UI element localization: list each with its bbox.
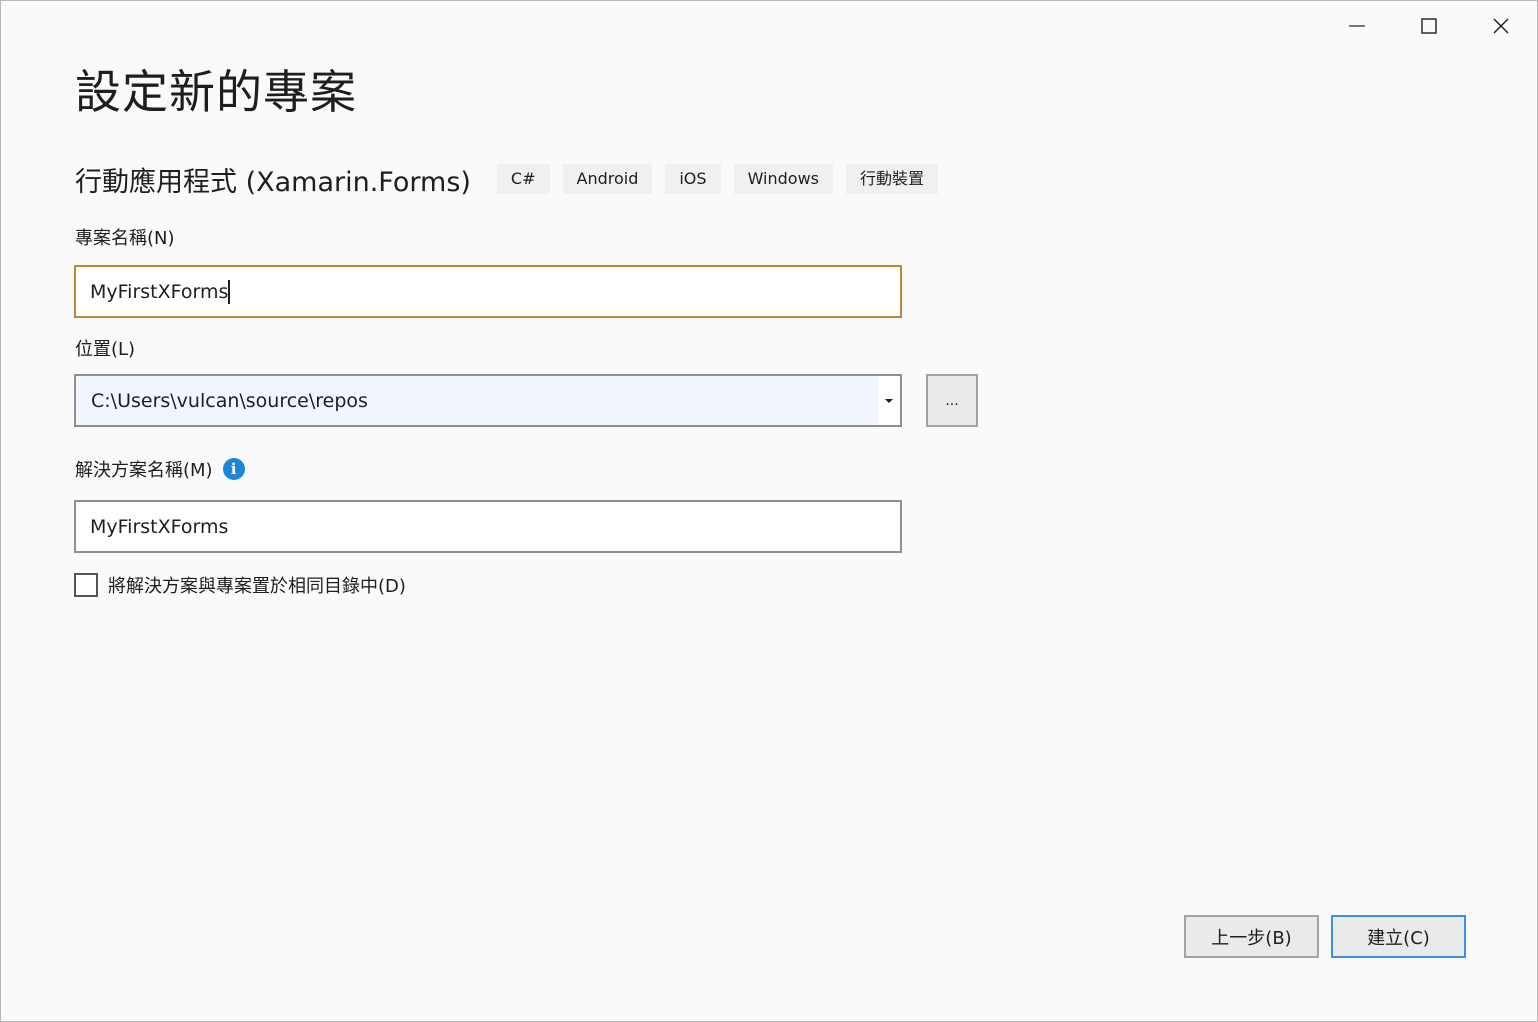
project-name-label: 專案名稱(N): [75, 228, 175, 249]
maximize-icon: [1421, 18, 1437, 34]
maximize-button[interactable]: [1393, 1, 1465, 51]
solution-name-label: 解決方案名稱(M): [75, 460, 213, 481]
text-caret: [228, 279, 231, 304]
project-name-input[interactable]: MyFirstXForms: [74, 265, 902, 318]
page-title: 設定新的專案: [75, 65, 357, 119]
chevron-down-icon: [885, 398, 893, 403]
template-name: 行動應用程式 (Xamarin.Forms): [75, 166, 471, 198]
tag-mobile: 行動裝置: [845, 164, 938, 194]
location-combobox[interactable]: C:\Users\vulcan\source\repos: [74, 374, 902, 427]
browse-button[interactable]: ...: [926, 374, 978, 427]
solution-name-input[interactable]: MyFirstXForms: [74, 500, 902, 553]
tag-android: Android: [562, 164, 653, 194]
same-directory-checkbox[interactable]: [74, 573, 98, 597]
create-button[interactable]: 建立(C): [1331, 915, 1466, 958]
close-button[interactable]: [1465, 1, 1537, 51]
info-icon[interactable]: i: [222, 458, 245, 480]
minimize-button[interactable]: [1321, 1, 1393, 51]
location-value: C:\Users\vulcan\source\repos: [91, 389, 368, 412]
location-label: 位置(L): [75, 339, 136, 360]
solution-name-label-row: 解決方案名稱(M) i: [75, 456, 245, 482]
project-name-value: MyFirstXForms: [90, 280, 229, 303]
dropdown-button[interactable]: [878, 376, 900, 425]
tag-language: C#: [496, 164, 550, 194]
close-icon: [1493, 18, 1509, 34]
template-summary: 行動應用程式 (Xamarin.Forms) C# Android iOS Wi…: [75, 159, 951, 199]
tag-ios: iOS: [665, 164, 721, 194]
create-project-window: 設定新的專案 行動應用程式 (Xamarin.Forms) C# Android…: [0, 0, 1538, 1022]
solution-name-value: MyFirstXForms: [90, 515, 229, 538]
back-button[interactable]: 上一步(B): [1184, 915, 1319, 958]
same-directory-option[interactable]: 將解決方案與專案置於相同目錄中(D): [74, 572, 406, 598]
tag-windows: Windows: [733, 164, 833, 194]
minimize-icon: [1349, 25, 1365, 27]
same-directory-label: 將解決方案與專案置於相同目錄中(D): [108, 576, 406, 597]
